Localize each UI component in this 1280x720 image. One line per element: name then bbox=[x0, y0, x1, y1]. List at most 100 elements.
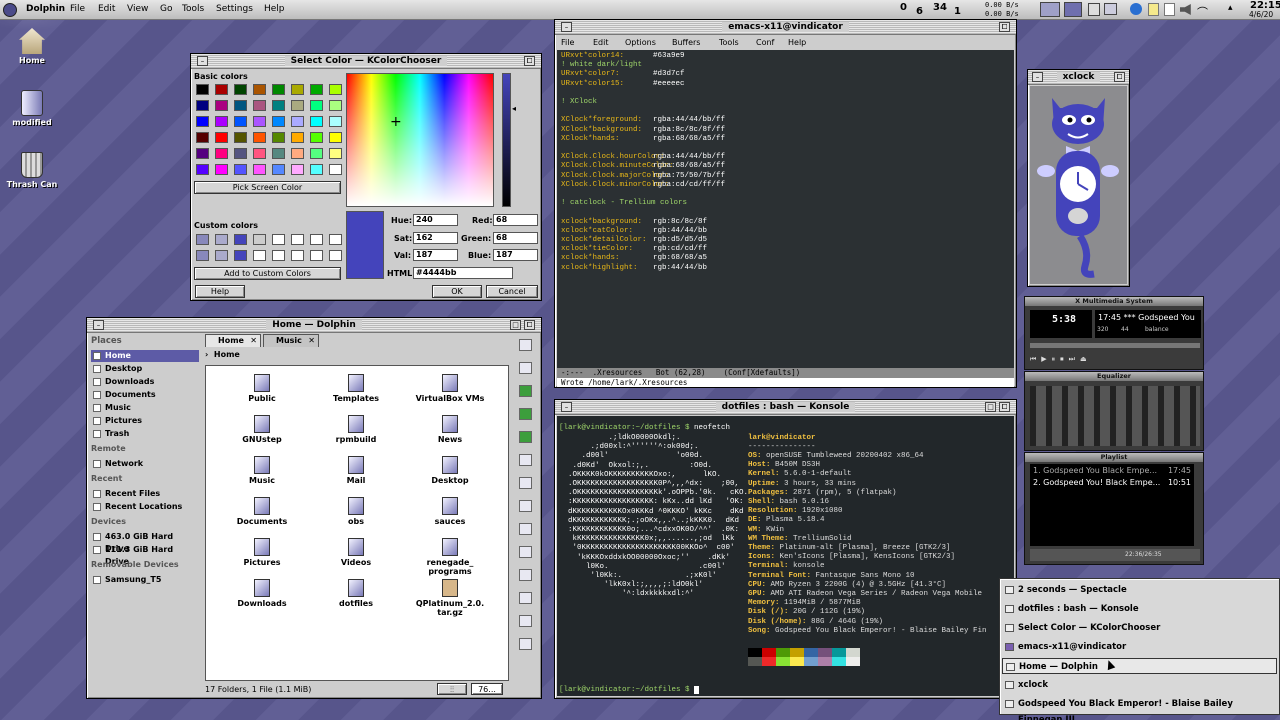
split-view-button[interactable]: ⫶⫶ bbox=[437, 683, 467, 695]
window-list-icon[interactable] bbox=[1088, 3, 1100, 16]
val-spinbox[interactable]: 187 bbox=[413, 249, 458, 261]
color-swatch[interactable] bbox=[215, 164, 228, 175]
file-item[interactable]: QPlatinum_2.0. tar.gz bbox=[410, 579, 490, 617]
color-swatch[interactable] bbox=[234, 116, 247, 127]
emacs-menu-options[interactable]: Options bbox=[625, 36, 656, 49]
color-swatch[interactable] bbox=[272, 148, 285, 159]
file-item[interactable]: Downloads bbox=[222, 579, 302, 608]
place-recent[interactable]: Recent Files bbox=[91, 488, 199, 500]
task-item[interactable]: xclock bbox=[1002, 677, 1277, 693]
color-swatch[interactable] bbox=[253, 116, 266, 127]
custom-color-swatch[interactable] bbox=[310, 234, 323, 245]
color-swatch[interactable] bbox=[234, 84, 247, 95]
file-item[interactable]: Public bbox=[222, 374, 302, 403]
kde-menu-icon[interactable] bbox=[3, 3, 17, 17]
pick-screen-color-button[interactable]: Pick Screen Color bbox=[194, 181, 341, 194]
custom-color-swatch[interactable] bbox=[291, 234, 304, 245]
place-trash[interactable]: Trash bbox=[91, 428, 199, 440]
file-item[interactable]: Pictures bbox=[222, 538, 302, 567]
color-swatch[interactable] bbox=[291, 100, 304, 111]
color-swatch[interactable] bbox=[234, 100, 247, 111]
task-item[interactable]: dotfiles : bash — Konsole bbox=[1002, 601, 1277, 617]
place-documents[interactable]: Documents bbox=[91, 389, 199, 401]
custom-color-swatch[interactable] bbox=[253, 250, 266, 261]
desktop-icon-trash[interactable]: Thrash Can bbox=[2, 152, 62, 189]
custom-color-swatch[interactable] bbox=[272, 250, 285, 261]
place-drive[interactable]: 111.3 GiB Hard Drive bbox=[91, 544, 199, 566]
konsole-titlebar[interactable]: dotfiles : bash — Konsole bbox=[555, 400, 1016, 415]
custom-color-swatch[interactable] bbox=[329, 250, 342, 261]
place-network[interactable]: Network bbox=[91, 458, 199, 470]
shade-icon[interactable]: ⧠ bbox=[524, 56, 535, 66]
color-swatch[interactable] bbox=[329, 84, 342, 95]
file-item[interactable]: Videos bbox=[316, 538, 396, 567]
pager-2-icon[interactable] bbox=[1064, 2, 1082, 17]
split-icon[interactable] bbox=[519, 523, 532, 535]
zoom-slider[interactable]: 76... bbox=[471, 683, 503, 695]
value-arrow-icon[interactable]: ◂ bbox=[512, 104, 516, 113]
emacs-menu-conf[interactable]: Conf bbox=[756, 36, 774, 49]
shade-icon[interactable]: ⧠ bbox=[524, 320, 535, 330]
file-item[interactable]: Mail bbox=[316, 456, 396, 485]
color-swatch[interactable] bbox=[291, 148, 304, 159]
menu-view[interactable]: View bbox=[127, 4, 148, 14]
file-item[interactable]: dotfiles bbox=[316, 579, 396, 608]
color-swatch[interactable] bbox=[215, 116, 228, 127]
custom-color-swatch[interactable] bbox=[196, 234, 209, 245]
color-swatch[interactable] bbox=[310, 132, 323, 143]
shade-icon[interactable]: ⧠ bbox=[999, 22, 1010, 32]
preview-icon[interactable] bbox=[519, 546, 532, 558]
xmms-seek-bar[interactable] bbox=[1030, 343, 1200, 348]
place-drive[interactable]: 463.0 GiB Hard Drive bbox=[91, 531, 199, 553]
color-swatch[interactable] bbox=[329, 132, 342, 143]
terminal-area[interactable]: [lark@vindicator:~/dotfiles $ neofetch .… bbox=[557, 416, 1014, 696]
hue-spinbox[interactable]: 240 bbox=[413, 214, 458, 226]
color-swatch[interactable] bbox=[291, 132, 304, 143]
color-swatch[interactable] bbox=[234, 132, 247, 143]
color-swatch[interactable] bbox=[310, 100, 323, 111]
maximize-icon[interactable]: □ bbox=[510, 320, 521, 330]
desktop-icon-modified[interactable]: modified bbox=[2, 90, 62, 127]
emacs-buffer[interactable]: URxvt*color14: #63a9e9! white dark/light U… bbox=[557, 50, 1014, 368]
color-swatch[interactable] bbox=[196, 148, 209, 159]
forward-arrow-icon[interactable] bbox=[519, 408, 532, 420]
disk-icon[interactable] bbox=[519, 339, 532, 351]
blue-spinbox[interactable]: 187 bbox=[493, 249, 538, 261]
place-desktop[interactable]: Desktop bbox=[91, 363, 199, 375]
up-arrow-icon[interactable] bbox=[519, 431, 532, 443]
maximize-icon[interactable]: □ bbox=[985, 402, 996, 412]
place-home[interactable]: Home bbox=[91, 350, 199, 362]
equalizer-titlebar[interactable]: Equalizer bbox=[1025, 372, 1203, 381]
color-swatch[interactable] bbox=[196, 132, 209, 143]
dolphin-titlebar[interactable]: Home — Dolphin bbox=[87, 318, 541, 333]
notes-icon[interactable] bbox=[1148, 3, 1159, 16]
menu-icon[interactable] bbox=[519, 638, 532, 650]
emacs-titlebar[interactable]: emacs-x11@vindicator bbox=[555, 20, 1016, 35]
color-swatch[interactable] bbox=[310, 148, 323, 159]
equalizer-sliders[interactable] bbox=[1030, 386, 1200, 446]
color-swatch[interactable] bbox=[215, 148, 228, 159]
stack-icon[interactable] bbox=[519, 362, 532, 374]
color-swatch[interactable] bbox=[329, 164, 342, 175]
file-item[interactable]: Music bbox=[222, 456, 302, 485]
xmms-controls[interactable]: ⏮▶⏸⏹⏭⏏ bbox=[1030, 355, 1092, 364]
file-item[interactable]: Desktop bbox=[410, 456, 490, 485]
app-menu-title[interactable]: Dolphin bbox=[26, 4, 65, 14]
back-arrow-icon[interactable] bbox=[519, 385, 532, 397]
custom-color-swatch[interactable] bbox=[215, 250, 228, 261]
menu-settings[interactable]: Settings bbox=[216, 4, 253, 14]
playlist-titlebar[interactable]: Playlist bbox=[1025, 453, 1203, 462]
color-swatch[interactable] bbox=[196, 84, 209, 95]
html-input[interactable]: #4444bb bbox=[413, 267, 513, 279]
icons-view-icon[interactable] bbox=[519, 454, 532, 466]
xmms-titlebar[interactable]: X Multimedia System bbox=[1025, 297, 1203, 306]
emacs-menu-edit[interactable]: Edit bbox=[593, 36, 609, 49]
task-item[interactable]: Select Color — KColorChooser bbox=[1002, 620, 1277, 636]
place-music[interactable]: Music bbox=[91, 402, 199, 414]
emacs-menu-buffers[interactable]: Buffers bbox=[672, 36, 700, 49]
task-item[interactable]: 2 seconds — Spectacle bbox=[1002, 582, 1277, 598]
desktop-icon-home[interactable]: Home bbox=[2, 28, 62, 65]
playlist-item[interactable]: 1. Godspeed You Black Empe... 17:45 bbox=[1033, 466, 1191, 475]
color-swatch[interactable] bbox=[310, 84, 323, 95]
red-spinbox[interactable]: 68 bbox=[493, 214, 538, 226]
